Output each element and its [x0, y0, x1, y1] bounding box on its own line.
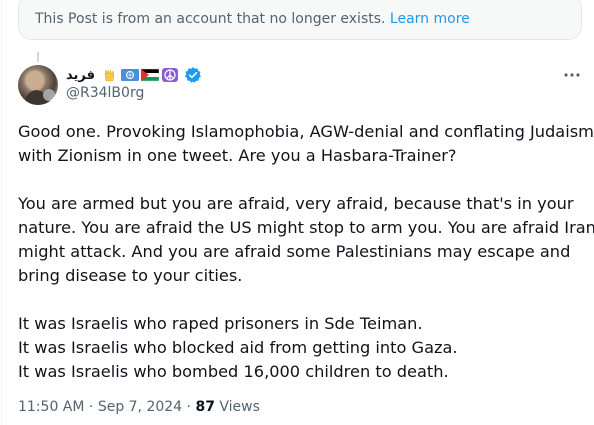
tweet-line: bring disease to your cities.	[18, 266, 243, 285]
peace-symbol-icon	[161, 68, 179, 82]
tweet-line: Good one. Provoking Islamophobia, AGW-de…	[18, 122, 594, 141]
notice-text: This Post is from an account that no lon…	[35, 11, 386, 27]
thread-border	[1, 0, 2, 425]
meta-separator: ·	[186, 399, 191, 415]
author-handle[interactable]: @R34lB0rg	[66, 85, 144, 101]
views-label: Views	[219, 399, 260, 415]
meta-separator: ·	[88, 399, 94, 415]
tweet-date[interactable]: Sep 7, 2024	[98, 399, 182, 415]
tweet-text: Good one. Provoking Islamophobia, AGW-de…	[18, 120, 594, 384]
tweet-line: You are armed but you are afraid, very a…	[18, 194, 574, 213]
tweet-meta: 11:50 AM · Sep 7, 2024 · 87 Views	[18, 399, 260, 415]
tweet-time[interactable]: 11:50 AM	[18, 399, 84, 415]
more-options-icon[interactable]	[562, 66, 582, 84]
avatar-photo-icon	[24, 71, 55, 105]
author-display-name[interactable]: فريد	[66, 68, 95, 83]
verified-badge-icon	[184, 66, 202, 84]
learn-more-link[interactable]: Learn more	[390, 11, 470, 27]
notice-content: This Post is from an account that no lon…	[35, 11, 470, 27]
views-count: 87	[195, 399, 215, 415]
palestine-flag-icon	[141, 68, 159, 82]
un-flag-icon	[121, 68, 139, 82]
thread-connector-line	[37, 52, 39, 62]
tweet-line: with Zionism in one tweet. Are you a Has…	[18, 146, 457, 165]
tweet-line: It was Israelis who raped prisoners in S…	[18, 314, 423, 333]
author-name-row[interactable]: فريد	[66, 64, 202, 86]
unavailable-post-notice: This Post is from an account that no lon…	[18, 0, 582, 40]
avatar[interactable]	[18, 65, 58, 105]
vulcan-salute-icon	[101, 68, 119, 82]
tweet-line: It was Israelis who blocked aid from get…	[18, 338, 458, 357]
tweet-line: nature. You are afraid the US might stop…	[18, 218, 594, 237]
tweet-line: It was Israelis who bombed 16,000 childr…	[18, 362, 449, 381]
tweet-line: might attack. And you are afraid some Pa…	[18, 242, 571, 261]
